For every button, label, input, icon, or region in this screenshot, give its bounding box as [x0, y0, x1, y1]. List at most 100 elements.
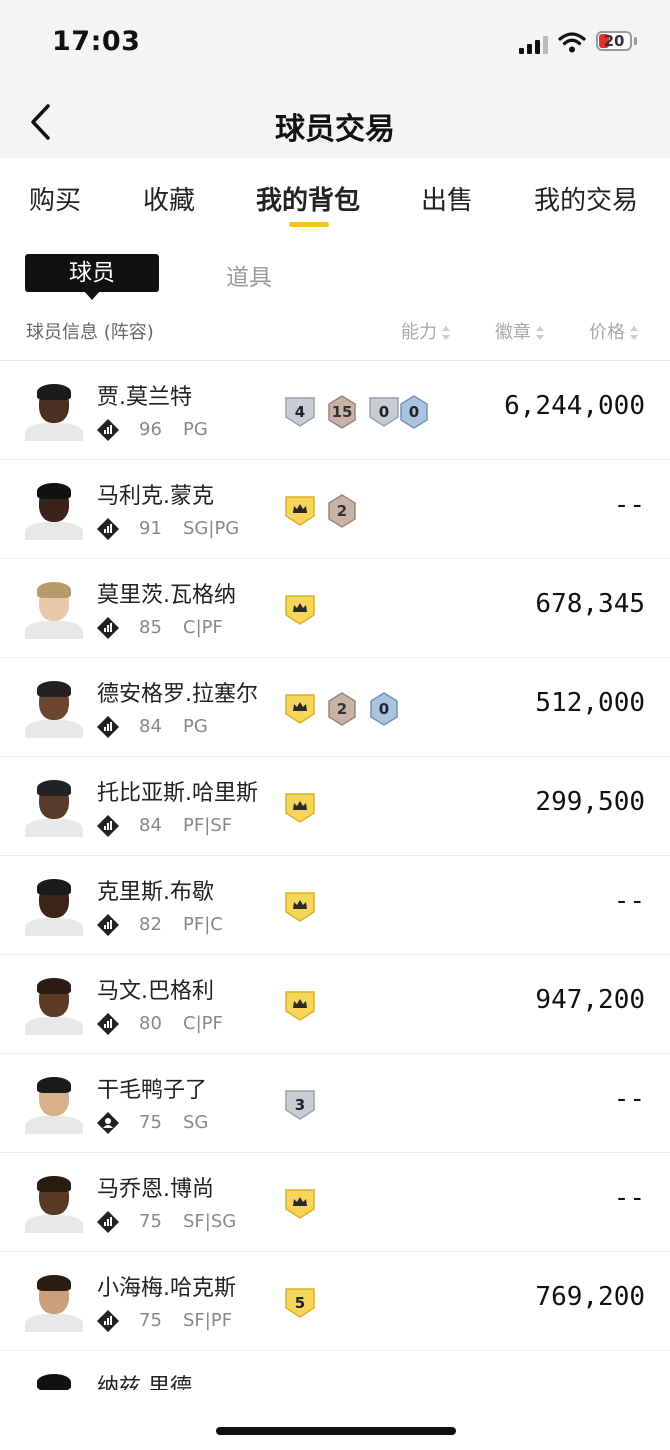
player-row[interactable]: 马利克.蒙克 91 SG|PG 2 -- — [0, 460, 670, 559]
player-position: SG — [183, 1112, 209, 1133]
player-avatar — [25, 878, 83, 936]
player-row[interactable]: 德安格罗.拉塞尔 84 PG 2 0 512,000 — [0, 658, 670, 757]
player-position: SF|SG — [183, 1211, 237, 1232]
player-meta: 91 SG|PG — [97, 518, 277, 540]
bars-icon — [97, 518, 119, 540]
person-icon — [97, 1112, 119, 1134]
cellular-signal-icon — [519, 34, 549, 54]
player-name: 马利克.蒙克 — [97, 484, 214, 509]
player-avatar — [25, 1175, 83, 1233]
player-rating: 82 — [139, 914, 162, 935]
bronze-badge: 2 — [327, 692, 357, 726]
bars-icon — [97, 914, 119, 936]
player-avatar — [25, 581, 83, 639]
column-badge-sort[interactable]: 徽章 — [495, 318, 544, 344]
player-avatar — [25, 779, 83, 837]
badge-count: 0 — [408, 403, 420, 421]
player-meta: 75 SG — [97, 1112, 277, 1134]
badge-count: 0 — [378, 403, 390, 421]
player-rating: 75 — [139, 1112, 162, 1133]
bronze-badge: 2 — [327, 494, 357, 528]
player-avatar — [25, 1373, 83, 1390]
tab-sell[interactable]: 出售 — [421, 180, 473, 217]
active-tab-indicator — [289, 222, 329, 227]
column-player-info: 球员信息 (阵容) — [26, 322, 154, 343]
tab-my-trades[interactable]: 我的交易 — [534, 180, 638, 217]
player-name: 马文.巴格利 — [97, 979, 214, 1004]
player-position: PF|SF — [183, 815, 233, 836]
sort-icon — [442, 325, 450, 341]
player-rating: 80 — [139, 1013, 162, 1034]
gold-badge: 5 — [285, 1286, 315, 1320]
player-position: SG|PG — [183, 518, 240, 539]
player-row[interactable]: 马乔恩.博尚 75 SF|SG -- — [0, 1153, 670, 1252]
tab-buy[interactable]: 购买 — [29, 180, 81, 217]
player-avatar — [25, 977, 83, 1035]
player-row[interactable]: 托比亚斯.哈里斯 84 PF|SF 299,500 — [0, 757, 670, 856]
player-rating: 96 — [139, 419, 162, 440]
player-row[interactable]: 干毛鸭子了 75 SG 3 -- — [0, 1054, 670, 1153]
bars-icon — [97, 716, 119, 738]
player-rating: 75 — [139, 1310, 162, 1331]
player-name: 德安格罗.拉塞尔 — [97, 682, 258, 707]
player-name: 马乔恩.博尚 — [97, 1177, 214, 1202]
player-row[interactable]: 贾.莫兰特 96 PG 4 15 0 0 6,244,000 — [0, 361, 670, 460]
home-indicator — [216, 1427, 456, 1435]
player-price: 947,200 — [535, 985, 645, 1015]
crown-badge-icon — [285, 593, 315, 627]
player-price: 769,200 — [535, 1282, 645, 1312]
wifi-icon — [558, 32, 586, 53]
player-meta: 84 PF|SF — [97, 815, 277, 837]
player-price: 512,000 — [535, 688, 645, 718]
player-row[interactable]: 纳兹.里德 — [0, 1351, 670, 1390]
player-position: PG — [183, 716, 208, 737]
player-row[interactable]: 马文.巴格利 80 C|PF 947,200 — [0, 955, 670, 1054]
player-rating: 91 — [139, 518, 162, 539]
player-meta: 85 C|PF — [97, 617, 277, 639]
player-list[interactable]: 贾.莫兰特 96 PG 4 15 0 0 6,244,000 马利克.蒙克 91… — [0, 361, 670, 1390]
segment-players[interactable]: 球员 — [25, 254, 159, 300]
badge-count: 2 — [336, 700, 348, 718]
column-ability-sort[interactable]: 能力 — [401, 318, 450, 344]
player-avatar — [25, 1076, 83, 1134]
player-meta: 84 PG — [97, 716, 277, 738]
player-price: -- — [613, 1084, 645, 1114]
player-position: C|PF — [183, 617, 223, 638]
player-avatar — [25, 383, 83, 441]
column-price-sort[interactable]: 价格 — [589, 318, 638, 344]
player-meta: 80 C|PF — [97, 1013, 277, 1035]
player-name: 小海梅.哈克斯 — [97, 1276, 236, 1301]
crown-badge-icon — [285, 989, 315, 1023]
player-name: 干毛鸭子了 — [97, 1078, 208, 1103]
player-price: 299,500 — [535, 787, 645, 817]
badge-count: 2 — [336, 502, 348, 520]
bars-icon — [97, 617, 119, 639]
player-meta: 82 PF|C — [97, 914, 277, 936]
column-ability-label: 能力 — [401, 322, 437, 343]
player-meta: 75 SF|PF — [97, 1310, 277, 1332]
player-row[interactable]: 莫里茨.瓦格纳 85 C|PF 678,345 — [0, 559, 670, 658]
page-title: 球员交易 — [275, 112, 395, 147]
status-time: 17:03 — [52, 26, 141, 57]
tab-favorites[interactable]: 收藏 — [143, 180, 195, 217]
crown-badge-icon — [285, 791, 315, 825]
player-avatar — [25, 680, 83, 738]
player-row[interactable]: 小海梅.哈克斯 75 SF|PF 5 769,200 — [0, 1252, 670, 1351]
player-rating: 84 — [139, 716, 162, 737]
player-row[interactable]: 克里斯.布歇 82 PF|C -- — [0, 856, 670, 955]
player-position: SF|PF — [183, 1310, 233, 1331]
player-rating: 84 — [139, 815, 162, 836]
player-price: 6,244,000 — [504, 391, 645, 421]
silver-badge: 3 — [285, 1088, 315, 1122]
column-price-label: 价格 — [589, 322, 625, 343]
bars-icon — [97, 1013, 119, 1035]
crown-badge-icon — [285, 1187, 315, 1221]
crown-badge-icon — [285, 494, 315, 528]
segment-items[interactable]: 道具 — [226, 258, 272, 292]
crown-badge-icon — [285, 890, 315, 924]
badge-count: 5 — [294, 1294, 306, 1312]
silver-badge: 0 — [369, 395, 399, 429]
player-meta: 75 SF|SG — [97, 1211, 277, 1233]
tab-my-backpack[interactable]: 我的背包 — [256, 180, 360, 217]
player-rating: 75 — [139, 1211, 162, 1232]
